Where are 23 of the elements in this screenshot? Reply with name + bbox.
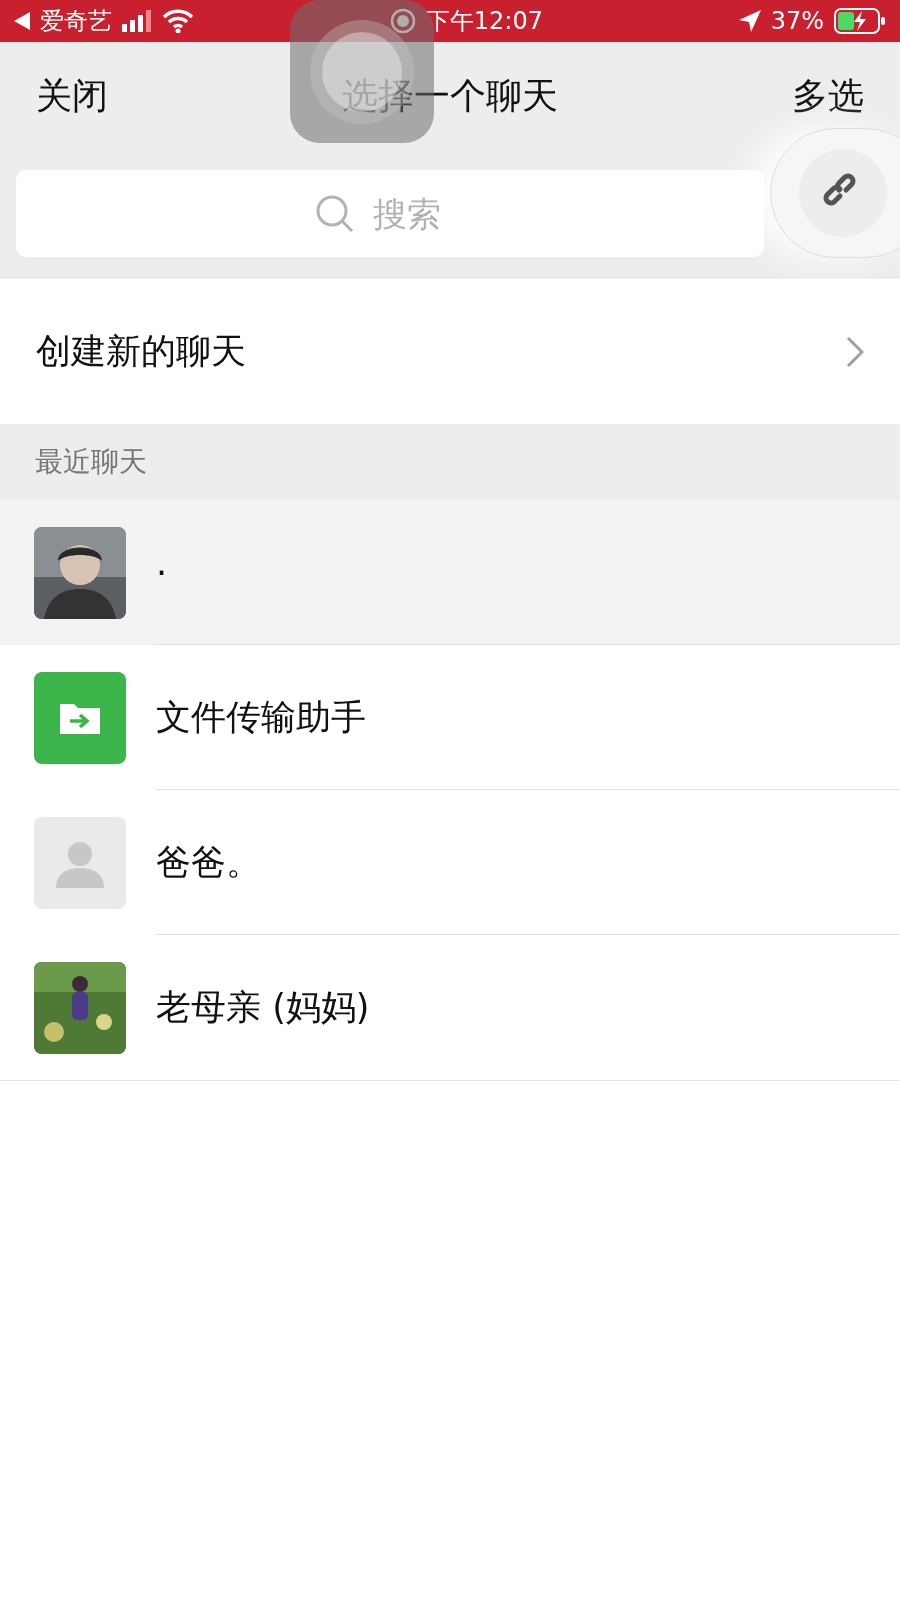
time: 下午12:07 (425, 6, 543, 37)
location-arrow-icon (738, 10, 761, 32)
multi-select-button[interactable]: 多选 (792, 71, 864, 121)
chat-name: · (156, 552, 168, 593)
back-app-label[interactable]: 爱奇艺 (40, 5, 112, 37)
chat-row[interactable]: · (0, 500, 900, 645)
signal-icon (122, 10, 152, 32)
wifi-icon (162, 9, 194, 33)
search-icon (315, 193, 355, 234)
battery-percentage: 37% (770, 7, 824, 35)
chevron-right-icon (846, 335, 864, 368)
section-header: 最近聊天 (35, 444, 147, 480)
create-chat-label: 创建新的聊天 (36, 330, 246, 373)
battery-charging-icon (834, 8, 886, 34)
back-arrow-icon[interactable] (14, 12, 30, 30)
search-bar[interactable]: 搜索 (16, 170, 764, 257)
search-input[interactable]: 搜索 (371, 192, 465, 235)
chat-name: 文件传输助手 (156, 696, 366, 739)
chat-name: 爸爸。 (156, 841, 261, 884)
screen-recording-icon (389, 8, 416, 34)
close-button[interactable]: 关闭 (36, 71, 108, 121)
chat-name: 老母亲 (妈妈) (156, 986, 370, 1029)
page-title: 选择一个聊天 (342, 73, 558, 118)
